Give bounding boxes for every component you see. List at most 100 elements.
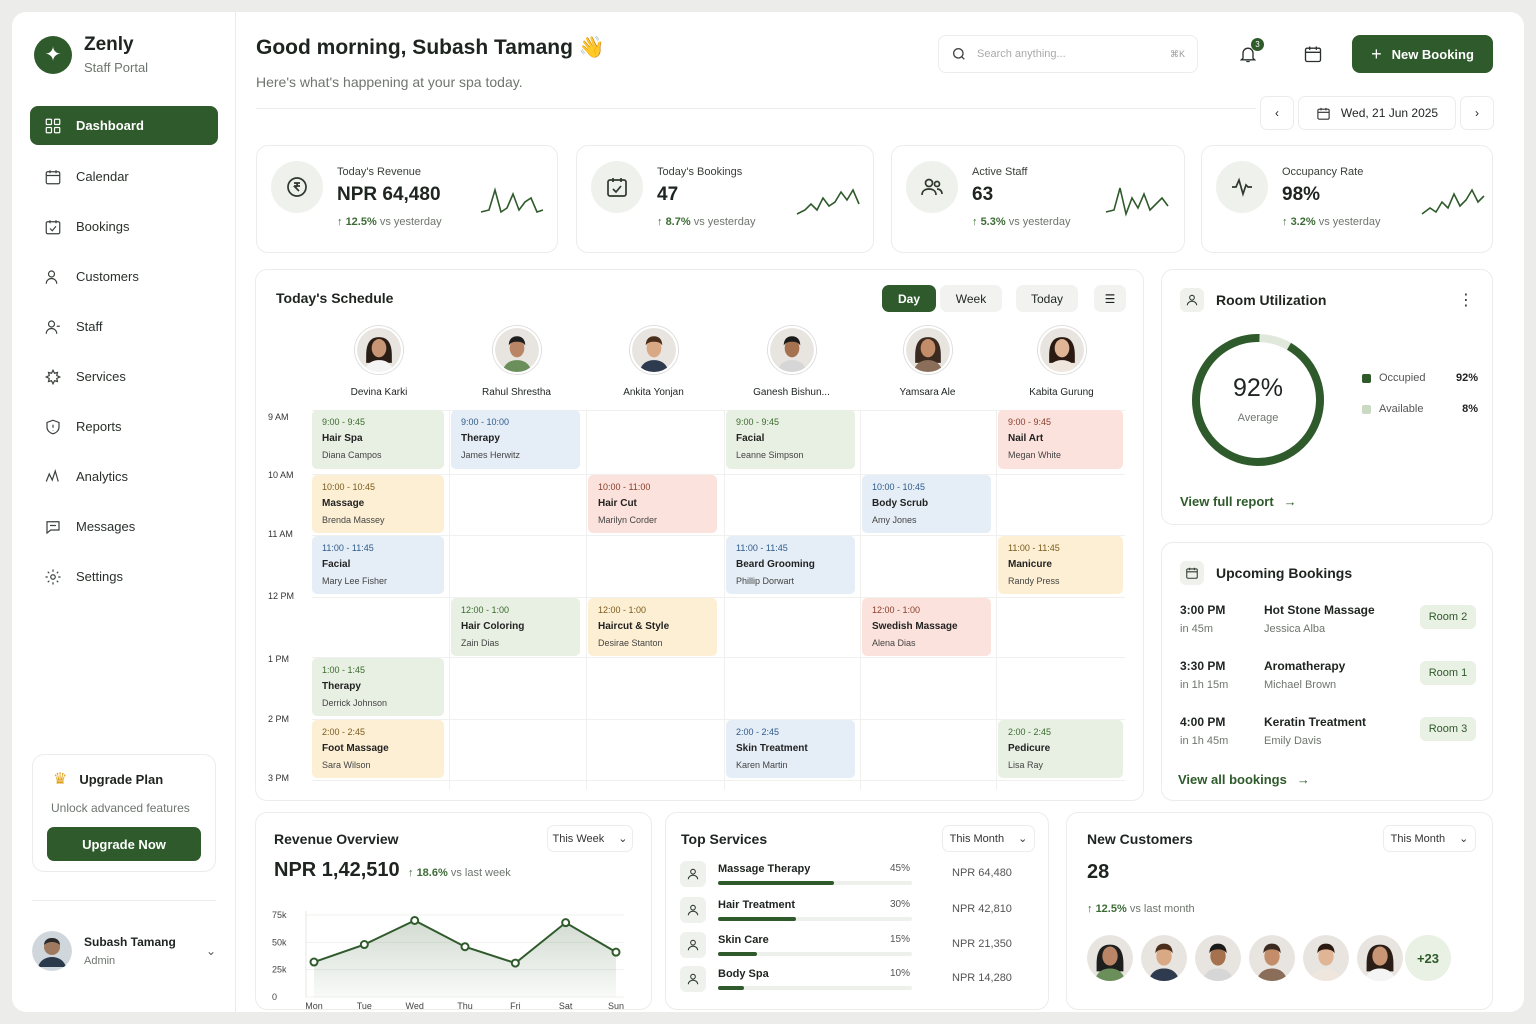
calendar-button[interactable] [1295, 36, 1331, 72]
chevron-down-icon[interactable]: ⌄ [206, 944, 216, 958]
schedule-event[interactable]: 9:00 - 9:45 Facial Leanne Simpson [726, 410, 855, 469]
schedule-event[interactable]: 10:00 - 10:45 Massage Brenda Massey [312, 475, 444, 533]
stat-card-staff[interactable]: Active Staff 63 ↑ 5.3% vs yesterday [891, 145, 1185, 253]
schedule-event[interactable]: 10:00 - 11:00 Hair Cut Marilyn Corder [588, 475, 717, 533]
grid-line [724, 410, 725, 790]
nav-item-customers[interactable]: Customers [30, 257, 218, 296]
view-day-button[interactable]: Day [882, 285, 936, 312]
schedule-event[interactable]: 2:00 - 2:45 Skin Treatment Karen Martin [726, 720, 855, 778]
event-time: 9:00 - 9:45 [1008, 417, 1052, 427]
y-tick-label: 75k [272, 910, 287, 920]
service-bar [718, 952, 912, 956]
new-customers-card: New Customers This Month ⌄ 28 ↑ 12.5% vs… [1066, 812, 1493, 1010]
upgrade-card: ♛ Upgrade Plan Unlock advanced features … [32, 754, 216, 872]
booking-customer: Emily Davis [1264, 735, 1322, 747]
schedule-event[interactable]: 11:00 - 11:45 Facial Mary Lee Fisher [312, 536, 444, 594]
person-icon [687, 868, 699, 880]
next-date-button[interactable]: › [1460, 96, 1494, 130]
top-services-card: Top Services This Month ⌄ Massage Therap… [665, 812, 1049, 1010]
nav-item-messages[interactable]: Messages [30, 507, 218, 546]
page-subtitle: Here's what's happening at your spa toda… [256, 74, 523, 90]
avatar[interactable] [1087, 935, 1133, 981]
nav-item-services[interactable]: Services [30, 357, 218, 396]
notifications-button[interactable]: 3 [1230, 36, 1266, 72]
user-profile[interactable]: Subash Tamang Admin ⌄ [32, 900, 216, 971]
nav-item-analytics[interactable]: Analytics [30, 457, 218, 496]
x-tick-label: Thu [457, 1001, 473, 1009]
schedule-event[interactable]: 2:00 - 2:45 Foot Massage Sara Wilson [312, 720, 444, 778]
avatar [32, 931, 72, 971]
service-row[interactable]: Massage Therapy 45% NPR 64,480 [680, 861, 1022, 889]
date-picker[interactable]: Wed, 21 Jun 2025 [1298, 96, 1456, 130]
avatar[interactable] [1141, 935, 1187, 981]
event-service: Hair Spa [322, 433, 363, 444]
view-all-bookings-link[interactable]: View all bookings → [1178, 772, 1310, 787]
avatar[interactable] [1249, 935, 1295, 981]
staff-column-header[interactable]: Devina Karki [314, 326, 444, 398]
schedule-event[interactable]: 1:00 - 1:45 Therapy Derrick Johnson [312, 658, 444, 716]
service-row[interactable]: Hair Treatment 30% NPR 42,810 [680, 897, 1022, 925]
messages-icon [46, 520, 60, 534]
today-button[interactable]: Today [1016, 285, 1078, 312]
event-time: 12:00 - 1:00 [872, 605, 921, 615]
nav-item-staff[interactable]: Staff [30, 307, 218, 346]
customers-period-select[interactable]: This Month ⌄ [1383, 825, 1476, 852]
staff-column-header[interactable]: Yamsara Ale [863, 326, 993, 398]
revenue-period-select[interactable]: This Week ⌄ [547, 825, 633, 852]
search-input[interactable]: Search anything... ⌘K [938, 35, 1198, 73]
stat-value: 47 [657, 184, 679, 205]
more-options-icon[interactable]: ⋮ [1458, 290, 1474, 310]
view-week-button[interactable]: Week [940, 285, 1002, 312]
event-service: Foot Massage [322, 743, 389, 754]
schedule-event[interactable]: 11:00 - 11:45 Manicure Randy Press [998, 536, 1123, 594]
staff-column-header[interactable]: Rahul Shrestha [452, 326, 582, 398]
staff-name: Kabita Gurung [1029, 387, 1094, 398]
services-period-select[interactable]: This Month ⌄ [942, 825, 1035, 852]
calendar-check-icon [591, 161, 643, 213]
avatar[interactable] [1303, 935, 1349, 981]
more-customers-badge[interactable]: +23 [1405, 935, 1451, 981]
brand-name: Zenly [84, 34, 134, 55]
schedule-event[interactable]: 11:00 - 11:45 Beard Grooming Phillip Dorwa… [726, 536, 855, 594]
new-booking-button[interactable]: + New Booking [1352, 35, 1493, 73]
revenue-total: NPR 1,42,510 [274, 859, 400, 881]
data-point [561, 918, 571, 928]
nav-item-reports[interactable]: Reports [30, 407, 218, 446]
staff-column-header[interactable]: Kabita Gurung [997, 326, 1127, 398]
event-service: Swedish Massage [872, 621, 958, 632]
nav-item-bookings[interactable]: Bookings [30, 207, 218, 246]
view-full-report-link[interactable]: View full report → [1180, 494, 1297, 509]
nav-item-dashboard[interactable]: Dashboard [30, 106, 218, 145]
schedule-event[interactable]: 9:00 - 9:45 Nail Art Megan White [998, 410, 1123, 469]
schedule-event[interactable]: 12:00 - 1:00 Swedish Massage Alena Dias [862, 598, 991, 656]
avatar[interactable] [1357, 935, 1403, 981]
bookings-icon [45, 219, 61, 234]
stat-card-revenue[interactable]: Today's Revenue NPR 64,480 ↑ 12.5% vs ye… [256, 145, 558, 253]
prev-date-button[interactable]: ‹ [1260, 96, 1294, 130]
staff-column-header[interactable]: Ankita Yonjan [589, 326, 719, 398]
brand[interactable]: ✦ Zenly Staff Portal [34, 34, 148, 75]
staff-column-header[interactable]: Ganesh Bishun... [727, 326, 857, 398]
service-row[interactable]: Body Spa 10% NPR 14,280 [680, 966, 1022, 994]
stat-card-bookings[interactable]: Today's Bookings 47 ↑ 8.7% vs yesterday [576, 145, 874, 253]
event-client: Mary Lee Fisher [322, 576, 388, 586]
schedule-event[interactable]: 12:00 - 1:00 Haircut & Style Desirae Stant… [588, 598, 717, 656]
schedule-event[interactable]: 2:00 - 2:45 Pedicure Lisa Ray [998, 720, 1123, 778]
service-row[interactable]: Skin Care 15% NPR 21,350 [680, 932, 1022, 960]
nav-item-settings[interactable]: Settings [30, 557, 218, 596]
schedule-event[interactable]: 10:00 - 10:45 Body Scrub Amy Jones [862, 475, 991, 533]
schedule-event[interactable]: 9:00 - 10:00 Therapy James Herwitz [451, 410, 580, 469]
avatar [903, 326, 952, 374]
filter-button[interactable]: ☰ [1094, 285, 1126, 312]
search-icon [953, 48, 965, 60]
time-label: 2 PM [268, 714, 290, 724]
schedule-event[interactable]: 9:00 - 9:45 Hair Spa Diana Campos [312, 410, 444, 469]
stat-card-occupancy[interactable]: Occupancy Rate 98% ↑ 3.2% vs yesterday [1201, 145, 1493, 253]
sparkline [1105, 187, 1169, 217]
nav-item-calendar[interactable]: Calendar [30, 157, 218, 196]
avatar[interactable] [1195, 935, 1241, 981]
event-client: Karen Martin [736, 760, 788, 770]
avatar-face [920, 339, 935, 358]
upgrade-now-button[interactable]: Upgrade Now [47, 827, 201, 861]
schedule-event[interactable]: 12:00 - 1:00 Hair Coloring Zain Dias [451, 598, 580, 656]
